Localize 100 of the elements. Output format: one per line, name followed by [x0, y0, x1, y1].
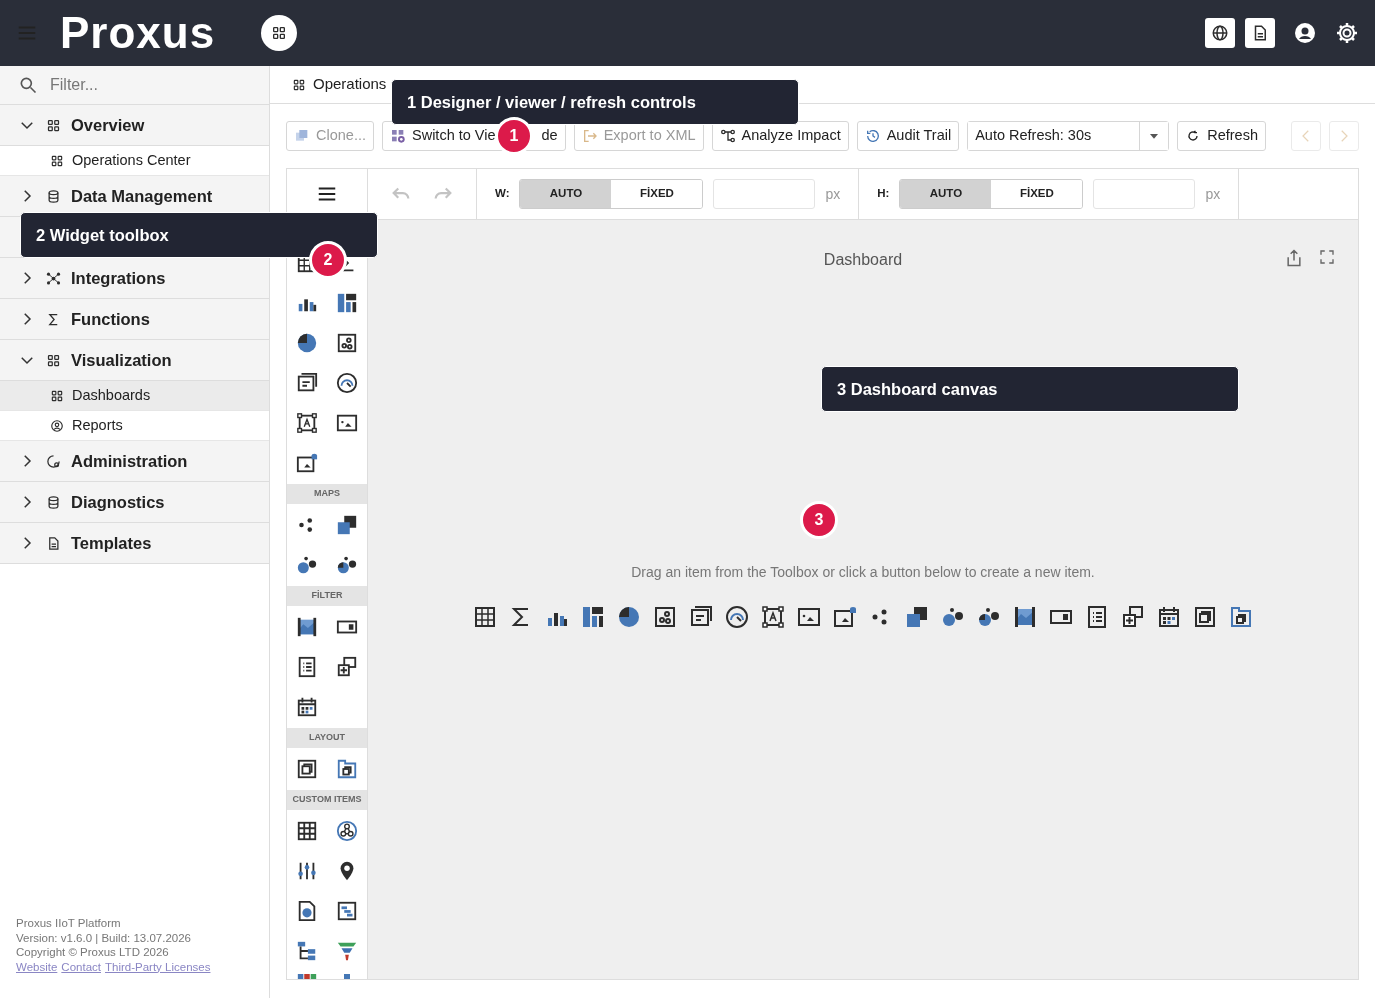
database-icon — [46, 188, 61, 204]
pie-map-icon — [977, 605, 1001, 629]
grid-icon — [271, 25, 288, 41]
text-box-icon[interactable] — [296, 412, 318, 434]
bubble-map-icon — [941, 605, 965, 629]
settings-button[interactable] — [1335, 21, 1359, 45]
treemap-icon — [581, 605, 605, 629]
grid-icon — [50, 153, 64, 168]
add-item-button[interactable] — [905, 605, 929, 629]
bound-image-icon[interactable] — [296, 452, 318, 474]
sliders-icon[interactable] — [296, 860, 318, 882]
language-button[interactable] — [1205, 18, 1235, 48]
sidebar-item[interactable]: Diagnostics — [0, 482, 269, 523]
grid-icon — [46, 117, 61, 133]
sidebar-item[interactable]: Overview — [0, 105, 269, 146]
sidebar-item[interactable]: Integrations — [0, 258, 269, 299]
add-item-button[interactable] — [1121, 605, 1145, 629]
viewer-mode-icon — [390, 128, 406, 144]
add-item-button[interactable] — [1157, 605, 1181, 629]
guide-tooltip: 1 Designer / viewer / refresh controls — [391, 79, 799, 125]
unit-label: px — [1205, 184, 1221, 204]
image-icon — [797, 605, 821, 629]
size-mode-toggle[interactable]: AUTO — [900, 180, 992, 208]
share-icon — [1284, 248, 1304, 268]
filter-box[interactable]: Filter... — [0, 66, 269, 105]
add-item-button[interactable] — [581, 605, 605, 629]
group-icon[interactable] — [296, 758, 318, 780]
auto-refresh-dropdown[interactable]: Auto Refresh: 30s — [967, 121, 1170, 151]
add-item-button[interactable] — [941, 605, 965, 629]
footer-text: Copyright © Proxus LTD 2026 — [16, 945, 170, 960]
analyze-button[interactable]: Analyze Impact — [711, 121, 849, 151]
sidebar-item[interactable]: Functions — [0, 299, 269, 340]
sidebar-item[interactable]: Templates — [0, 523, 269, 564]
image-icon[interactable] — [336, 412, 358, 434]
scatter-chart-icon[interactable] — [336, 332, 358, 354]
grid-table-icon[interactable] — [296, 820, 318, 842]
bound-image-icon — [833, 605, 857, 629]
add-item-button[interactable] — [833, 605, 857, 629]
choropleth-map-icon[interactable] — [336, 514, 358, 536]
section-header: LAYOUT — [287, 728, 367, 748]
size-mode-toggle[interactable]: AUTO — [520, 180, 612, 208]
add-item-button[interactable] — [1013, 605, 1037, 629]
gauge-icon[interactable] — [336, 372, 358, 394]
tab-container-icon[interactable] — [336, 758, 358, 780]
bubble-map-icon[interactable] — [296, 554, 318, 576]
add-item-button[interactable] — [725, 605, 749, 629]
pie-map-icon[interactable] — [336, 554, 358, 576]
sidebar-item[interactable]: Visualization — [0, 340, 269, 381]
graph-icon[interactable] — [336, 820, 358, 842]
filter-field[interactable]: Filter... — [48, 72, 248, 98]
range-filter-icon[interactable] — [296, 616, 318, 638]
document-button[interactable] — [1245, 18, 1275, 48]
size-input[interactable] — [1093, 179, 1196, 209]
tree-view-icon[interactable] — [336, 656, 358, 678]
list-icon[interactable] — [296, 656, 318, 678]
gauge-icon — [725, 605, 749, 629]
treemap-icon[interactable] — [336, 292, 358, 314]
add-item-button[interactable] — [653, 605, 677, 629]
add-item-button[interactable] — [761, 605, 785, 629]
user-icon — [1293, 21, 1317, 45]
card-icon[interactable] — [296, 372, 318, 394]
unit-label: px — [825, 184, 841, 204]
footer-text: Proxus IIoT Platform — [16, 916, 122, 931]
user-circle-icon — [50, 418, 64, 433]
funnel-icon[interactable] — [336, 940, 358, 962]
add-item-button[interactable] — [977, 605, 1001, 629]
user-button[interactable] — [1293, 21, 1317, 45]
refresh-button[interactable]: Refresh — [1177, 121, 1266, 151]
add-item-button[interactable] — [1085, 605, 1109, 629]
add-item-button[interactable] — [617, 605, 641, 629]
apps-button[interactable] — [261, 15, 298, 51]
diagram-icon — [719, 128, 736, 144]
group-icon — [1193, 605, 1217, 629]
add-item-button[interactable] — [689, 605, 713, 629]
gantt-chart-icon[interactable] — [336, 900, 358, 922]
pie-chart-icon[interactable] — [296, 332, 318, 354]
grid-icon — [46, 352, 61, 368]
clone-icon — [294, 128, 310, 144]
hint-text: Drag an item from the Toolbox or click a button below to create a new item. — [631, 563, 1095, 582]
calendar-icon[interactable] — [296, 696, 318, 718]
footer-link[interactable]: Website — [16, 960, 58, 973]
document-globe-icon[interactable] — [296, 900, 318, 922]
add-item-button[interactable] — [473, 605, 497, 629]
tree-view-icon — [1121, 605, 1145, 629]
audit-button[interactable]: Audit Trail — [856, 121, 960, 151]
share-button[interactable] — [1284, 248, 1304, 268]
section-header: MAPS — [287, 484, 367, 504]
database-icon — [46, 494, 61, 510]
sidebar-subitem[interactable]: Dashboards — [0, 381, 269, 411]
add-item-button[interactable] — [797, 605, 821, 629]
grid-icon — [292, 77, 306, 92]
size-input[interactable] — [713, 179, 816, 209]
sidebar-item[interactable]: Administration — [0, 441, 269, 482]
card-icon — [689, 605, 713, 629]
hierarchy-icon[interactable] — [296, 940, 318, 962]
add-item-button[interactable] — [1229, 605, 1253, 629]
add-item-button[interactable] — [1193, 605, 1217, 629]
section-header: CUSTOM ITEMS — [287, 790, 367, 810]
footer-link[interactable]: Contact — [61, 960, 101, 973]
tab[interactable]: Operations — [288, 65, 391, 104]
